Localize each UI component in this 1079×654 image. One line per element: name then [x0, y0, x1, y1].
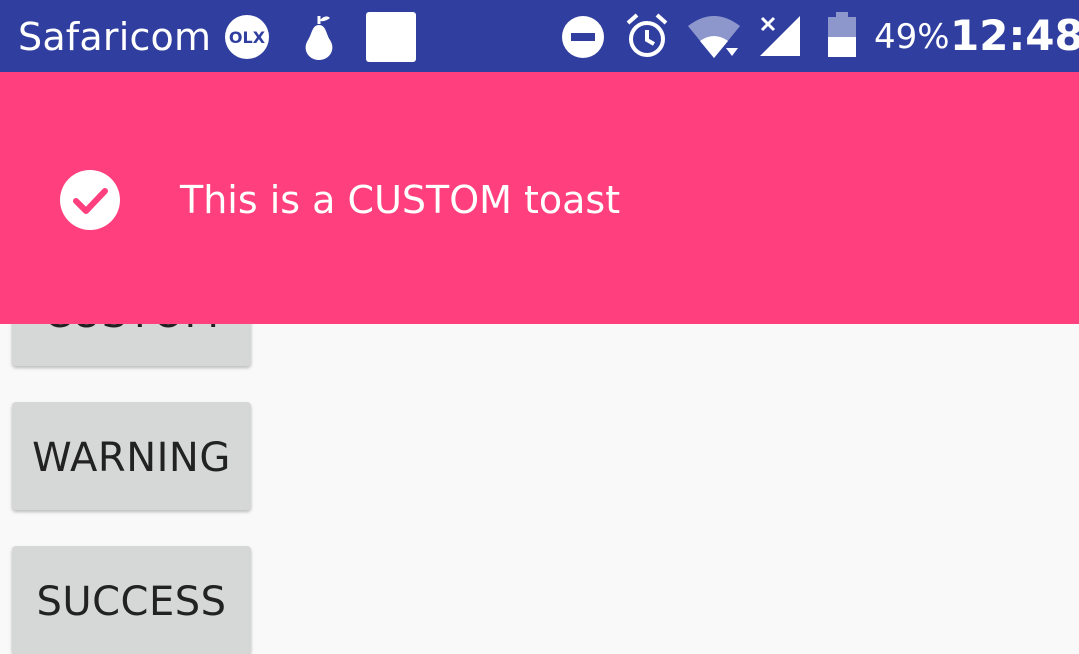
check-circle-icon	[60, 170, 120, 230]
wifi-icon	[686, 14, 742, 60]
no-signal-icon	[758, 14, 802, 58]
blank-square-icon	[366, 12, 416, 62]
warning-button[interactable]: WARNING	[12, 402, 251, 510]
olx-icon: OLX	[224, 14, 270, 60]
status-clock: 12:48	[950, 11, 1079, 60]
toast-message: This is a CUSTOM toast	[180, 178, 621, 222]
success-button[interactable]: SUCCESS	[12, 546, 251, 654]
do-not-disturb-icon	[560, 14, 606, 60]
alarm-clock-icon	[624, 12, 670, 60]
battery-percent: 49%	[874, 17, 950, 57]
status-bar: Safaricom OLX 49% 12:48	[0, 0, 1079, 72]
pear-icon	[300, 12, 338, 62]
battery-icon	[826, 10, 858, 60]
carrier-name: Safaricom	[18, 15, 212, 59]
svg-text:OLX: OLX	[229, 28, 266, 47]
custom-toast: This is a CUSTOM toast	[0, 72, 1079, 324]
